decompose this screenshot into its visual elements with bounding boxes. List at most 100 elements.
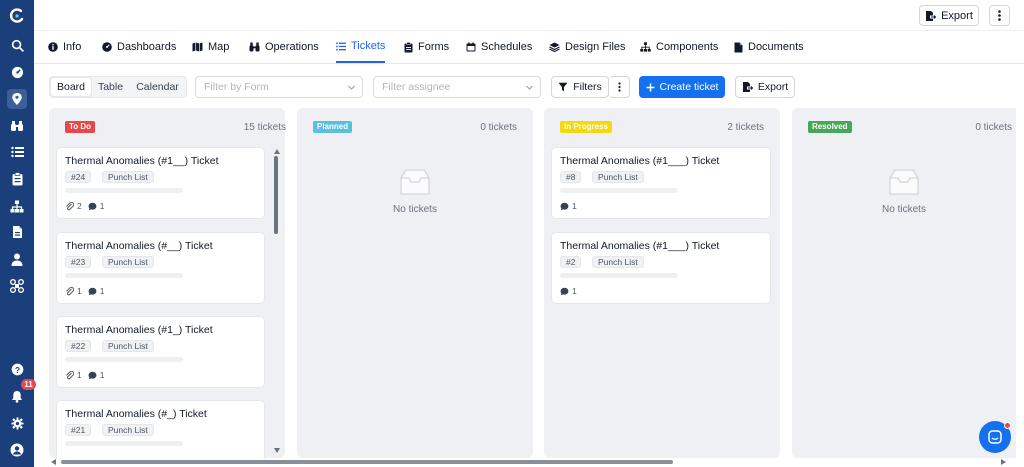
clipboard-icon (404, 41, 413, 52)
file-icon[interactable] (7, 222, 27, 242)
filters-button[interactable]: Filters (551, 76, 609, 98)
ticket-card[interactable]: Thermal Anomalies (#1___) Ticket #2 Punc… (551, 232, 771, 304)
tab-tickets[interactable]: Tickets (336, 31, 386, 63)
tab-map[interactable]: Map (192, 31, 229, 63)
comment-count: 1 (572, 286, 577, 296)
paperclip-icon (66, 201, 74, 211)
ticket-number: #8 (560, 171, 582, 183)
tab-label: Dashboards (117, 41, 177, 53)
ticket-card[interactable]: Thermal Anomalies (#1_) Ticket #22 Punch… (56, 316, 265, 388)
ticket-number: #21 (65, 424, 92, 436)
vertical-scrollbar[interactable] (274, 156, 278, 234)
clipboard-icon[interactable] (7, 169, 27, 189)
dashboard-icon[interactable] (7, 62, 27, 82)
tab-info[interactable]: Info (48, 31, 81, 63)
view-calendar-option[interactable]: Calendar (130, 78, 185, 96)
tab-design-files[interactable]: Design Files (549, 31, 626, 63)
tab-label: Components (656, 41, 719, 53)
filter-assignee-select[interactable]: Filter assignee (373, 76, 541, 98)
blurred-text (65, 273, 183, 278)
horizontal-scrollbar[interactable] (61, 460, 673, 464)
ticket-tag: Punch List (592, 171, 644, 183)
ticket-title: Thermal Anomalies (#1_) Ticket (65, 324, 213, 336)
column-planned: Planned 0 tickets No tickets (297, 108, 533, 458)
create-ticket-button[interactable]: Create ticket (639, 76, 725, 98)
logo-icon[interactable] (9, 8, 25, 24)
ticket-tag: Punch List (102, 171, 154, 183)
filter-by-form-select[interactable]: Filter by Form (195, 76, 363, 98)
user-icon[interactable] (7, 249, 27, 269)
empty-state: No tickets (297, 164, 533, 215)
top-bar (34, 0, 1024, 31)
filter-assignee-placeholder: Filter assignee (382, 81, 451, 93)
view-board-option[interactable]: Board (51, 78, 91, 96)
ticket-card[interactable]: Thermal Anomalies (#_) Ticket #21 Punch … (56, 400, 265, 458)
list-icon (336, 41, 346, 51)
empty-inbox-icon (400, 169, 430, 195)
tab-dashboards[interactable]: Dashboards (102, 31, 176, 63)
comment-count: 1 (99, 370, 105, 380)
ticket-tag: Punch List (102, 256, 154, 268)
comment-icon (88, 287, 97, 295)
ticket-meta: 1 1 (65, 370, 104, 380)
more-options-button[interactable] (989, 5, 1010, 26)
export-button[interactable]: Export (735, 76, 795, 98)
ticket-card[interactable]: Thermal Anomalies (#1__) Ticket #24 Punc… (56, 147, 265, 219)
empty-state: No tickets (792, 164, 1016, 215)
list-icon[interactable] (7, 142, 27, 162)
top-export-button[interactable]: Export (919, 5, 979, 26)
status-badge: To Do (65, 121, 96, 133)
calendar-icon (466, 42, 476, 52)
top-export-label: Export (941, 9, 973, 22)
ticket-card[interactable]: Thermal Anomalies (#1___) Ticket #8 Punc… (551, 147, 771, 219)
view-switcher: Board Table Calendar (49, 76, 187, 98)
tab-documents[interactable]: Documents (734, 31, 804, 63)
blurred-text (560, 188, 678, 193)
export-icon (925, 10, 937, 22)
blurred-text (65, 441, 183, 446)
ticket-card[interactable]: Thermal Anomalies (#__) Ticket #23 Punch… (56, 232, 265, 304)
status-badge: Planned (313, 121, 353, 133)
settings-icon[interactable] (7, 413, 27, 433)
attachment-count: 1 (77, 286, 82, 296)
view-table-option[interactable]: Table (91, 78, 130, 96)
ticket-meta: 1 1 (65, 286, 104, 296)
help-icon[interactable]: ? (7, 359, 27, 379)
ticket-count: 0 tickets (480, 122, 517, 133)
scroll-up-arrow-icon[interactable] (274, 149, 280, 154)
ticket-title: Thermal Anomalies (#_) Ticket (65, 408, 207, 420)
status-badge: Resolved (808, 121, 852, 133)
chevron-down-icon (348, 85, 355, 90)
project-tabs: Info Dashboards Map Operations Tickets F… (34, 31, 1024, 64)
layers-icon (549, 42, 560, 52)
tab-label: Schedules (481, 41, 533, 53)
tab-schedules[interactable]: Schedules (466, 31, 532, 63)
account-icon[interactable] (7, 440, 27, 460)
create-ticket-label: Create ticket (659, 81, 719, 93)
tab-label: Design Files (565, 41, 626, 53)
map-pin-icon[interactable] (7, 89, 27, 109)
ticket-count: 15 tickets (243, 122, 286, 133)
dashboard-icon (102, 42, 112, 52)
chat-unread-dot (1004, 422, 1011, 429)
scroll-right-arrow-icon[interactable] (1001, 459, 1006, 465)
paperclip-icon (66, 370, 74, 380)
tab-operations[interactable]: Operations (249, 31, 319, 63)
tab-components[interactable]: Components (640, 31, 718, 63)
blurred-text (560, 273, 678, 278)
svg-text:?: ? (14, 364, 19, 374)
filters-more-button[interactable] (609, 76, 630, 98)
search-icon[interactable] (7, 35, 27, 55)
scroll-left-arrow-icon[interactable] (51, 459, 56, 465)
scroll-down-arrow-icon[interactable] (274, 448, 280, 453)
column-in-progress: In Progress 2 tickets Thermal Anomalies … (544, 108, 780, 458)
comment-icon (88, 371, 97, 379)
tab-forms[interactable]: Forms (404, 31, 449, 63)
ticket-number: #23 (65, 256, 92, 268)
drone-icon[interactable] (7, 276, 27, 296)
hierarchy-icon[interactable] (7, 196, 27, 216)
empty-inbox-icon (889, 169, 919, 195)
ticket-tag: Punch List (102, 340, 154, 352)
binoculars-icon[interactable] (7, 116, 27, 136)
filter-by-form-placeholder: Filter by Form (204, 81, 269, 93)
